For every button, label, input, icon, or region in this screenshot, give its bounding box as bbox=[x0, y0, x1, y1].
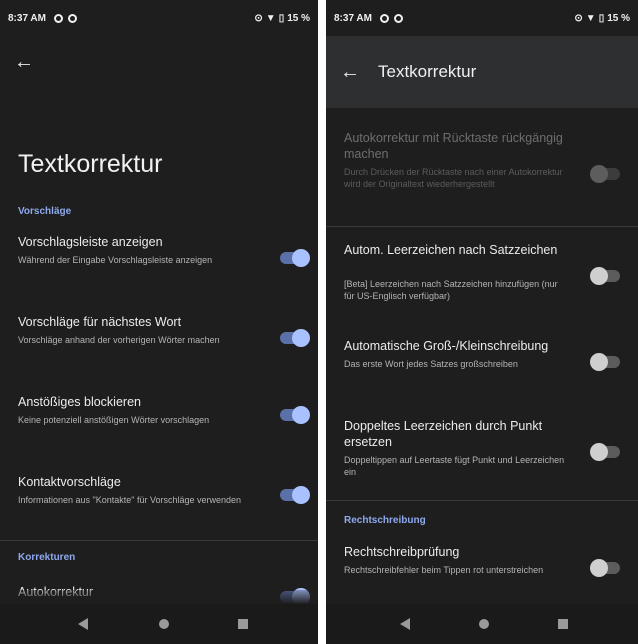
setting-block-offensive[interactable]: Anstößiges blockieren Keine potenziell a… bbox=[0, 392, 318, 458]
battery-icon: ▯ bbox=[598, 12, 605, 24]
setting-subtitle: Während der Eingabe Vorschlagsleiste anz… bbox=[18, 255, 213, 265]
divider bbox=[326, 500, 638, 501]
battery-icon: ▯ bbox=[278, 12, 285, 24]
wifi-icon: ▼ bbox=[265, 12, 276, 24]
left-screen: 8:37 AM ⊙ ▼ ▯ 15 % ← Textkorrektur Vorsc… bbox=[0, 0, 318, 644]
setting-title: Automatische Groß-/Kleinschreibung bbox=[344, 339, 549, 353]
navigation-bar bbox=[0, 604, 318, 644]
toggle-switch bbox=[590, 165, 620, 183]
status-time: 8:37 AM bbox=[334, 12, 372, 24]
gear-icon bbox=[53, 13, 63, 23]
divider bbox=[326, 226, 638, 227]
section-header-spelling: Rechtschreibung bbox=[344, 515, 426, 526]
shield-icon bbox=[67, 13, 77, 23]
setting-title: Kontaktvorschläge bbox=[18, 475, 121, 489]
section-header-corrections: Korrekturen bbox=[18, 552, 76, 563]
setting-subtitle: Keine potenziell anstößigen Wörter vorsc… bbox=[18, 415, 210, 425]
nav-back-icon[interactable] bbox=[78, 618, 88, 630]
setting-suggestion-bar[interactable]: Vorschlagsleiste anzeigen Während der Ei… bbox=[0, 232, 318, 298]
setting-subtitle: Vorschläge anhand der vorherigen Wörter … bbox=[18, 335, 220, 345]
toggle-switch[interactable] bbox=[590, 267, 620, 285]
scroll-fade bbox=[0, 590, 318, 604]
toggle-switch[interactable] bbox=[590, 559, 620, 577]
right-screen: 8:37 AM ⊙ ▼ ▯ 15 % ← Textkorrektur Autok… bbox=[326, 0, 638, 644]
status-bar: 8:37 AM ⊙ ▼ ▯ 15 % bbox=[0, 0, 318, 36]
setting-title: Vorschlagsleiste anzeigen bbox=[18, 235, 163, 249]
battery-percent: 15 % bbox=[607, 12, 630, 24]
section-header-suggestions: Vorschläge bbox=[18, 206, 72, 217]
setting-auto-capitalization[interactable]: Automatische Groß-/Kleinschreibung Das e… bbox=[326, 336, 638, 396]
shield-icon bbox=[393, 13, 403, 23]
nav-home-icon[interactable] bbox=[159, 619, 169, 629]
page-title: Textkorrektur bbox=[378, 62, 477, 81]
battery-percent: 15 % bbox=[287, 12, 310, 24]
setting-title: Anstößiges blockieren bbox=[18, 395, 141, 409]
navigation-bar bbox=[326, 604, 638, 644]
setting-subtitle: Doppeltippen auf Leertaste fügt Punkt un… bbox=[344, 455, 565, 477]
setting-spell-check[interactable]: Rechtschreibprüfung Rechtschreibfehler b… bbox=[326, 542, 638, 598]
app-bar: ← Textkorrektur bbox=[326, 36, 638, 108]
status-bar: 8:37 AM ⊙ ▼ ▯ 15 % bbox=[326, 0, 638, 36]
toggle-switch[interactable] bbox=[280, 486, 310, 504]
setting-subtitle: Rechtschreibfehler beim Tippen rot unter… bbox=[344, 565, 544, 575]
wifi-icon: ▼ bbox=[585, 12, 596, 24]
divider bbox=[0, 540, 318, 541]
setting-subtitle: Informationen aus "Kontakte" für Vorschl… bbox=[18, 495, 242, 505]
setting-title: Autom. Leerzeichen nach Satzzeichen bbox=[344, 243, 558, 257]
setting-subtitle: [Beta] Leerzeichen nach Satzzeichen hinz… bbox=[344, 279, 558, 301]
app-bar: ← bbox=[0, 36, 318, 92]
setting-contact-suggestions[interactable]: Kontaktvorschläge Informationen aus "Kon… bbox=[0, 472, 318, 538]
toggle-switch[interactable] bbox=[590, 353, 620, 371]
nav-home-icon[interactable] bbox=[479, 619, 489, 629]
gear-icon bbox=[379, 13, 389, 23]
setting-title: Doppeltes Leerzeichen durch Punkt ersetz… bbox=[344, 419, 543, 449]
location-icon: ⊙ bbox=[574, 12, 583, 24]
nav-recents-icon[interactable] bbox=[558, 619, 568, 629]
setting-undo-autocorrect-backspace: Autokorrektur mit Rücktaste rückgängig m… bbox=[326, 128, 638, 218]
setting-double-space-period[interactable]: Doppeltes Leerzeichen durch Punkt ersetz… bbox=[326, 416, 638, 488]
setting-title: Autokorrektur mit Rücktaste rückgängig m… bbox=[344, 131, 563, 161]
nav-back-icon[interactable] bbox=[400, 618, 410, 630]
toggle-switch[interactable] bbox=[280, 249, 310, 267]
status-time: 8:37 AM bbox=[8, 12, 46, 24]
toggle-switch[interactable] bbox=[280, 406, 310, 424]
location-icon: ⊙ bbox=[254, 12, 263, 24]
setting-next-word-suggestions[interactable]: Vorschläge für nächstes Wort Vorschläge … bbox=[0, 312, 318, 378]
setting-subtitle: Das erste Wort jedes Satzes großschreibe… bbox=[344, 359, 518, 369]
setting-subtitle: Durch Drücken der Rücktaste nach einer A… bbox=[344, 167, 563, 189]
page-title: Textkorrektur bbox=[18, 150, 163, 178]
setting-title: Vorschläge für nächstes Wort bbox=[18, 315, 182, 329]
toggle-switch[interactable] bbox=[280, 329, 310, 347]
setting-auto-space-after-punctuation[interactable]: Autom. Leerzeichen nach Satzzeichen [Bet… bbox=[326, 240, 638, 312]
setting-title: Rechtschreibprüfung bbox=[344, 545, 460, 559]
arrow-left-icon[interactable]: ← bbox=[14, 52, 34, 72]
arrow-left-icon[interactable]: ← bbox=[340, 62, 360, 82]
toggle-switch[interactable] bbox=[590, 443, 620, 461]
nav-recents-icon[interactable] bbox=[238, 619, 248, 629]
